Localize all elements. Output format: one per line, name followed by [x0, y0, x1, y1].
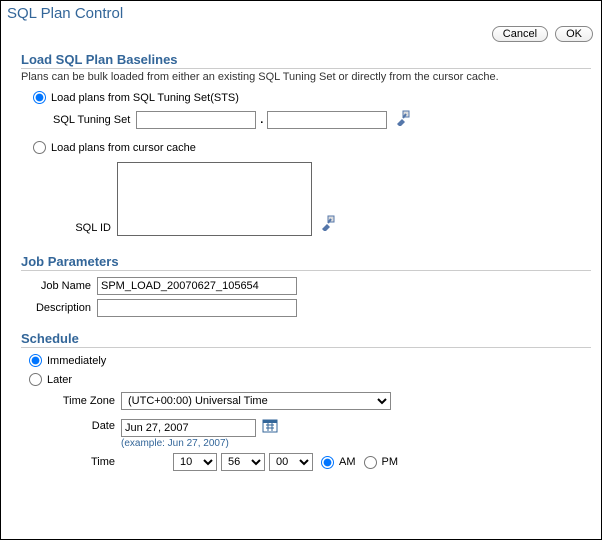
time-zone-select[interactable]: (UTC+00:00) Universal Time	[121, 392, 391, 410]
time-minute-select[interactable]: 56	[221, 453, 265, 471]
radio-pm-label: PM	[382, 456, 399, 468]
radio-immediately-label: Immediately	[47, 355, 106, 367]
radio-later-label: Later	[47, 374, 72, 386]
sql-id-input[interactable]	[117, 162, 312, 236]
time-second-select[interactable]: 00	[269, 453, 313, 471]
job-name-input[interactable]	[97, 277, 297, 295]
time-label: Time	[53, 456, 115, 468]
radio-load-from-cursor-cache[interactable]	[33, 141, 46, 154]
radio-later[interactable]	[29, 373, 42, 386]
radio-load-from-cursor-cache-label: Load plans from cursor cache	[51, 142, 196, 154]
job-name-label: Job Name	[21, 280, 91, 292]
flashlight-icon[interactable]	[320, 215, 336, 234]
time-zone-label: Time Zone	[53, 395, 115, 407]
sql-tuning-set-owner-input[interactable]	[136, 111, 256, 129]
dot-separator: .	[256, 114, 267, 126]
description-label: Description	[21, 302, 91, 314]
radio-immediately[interactable]	[29, 354, 42, 367]
time-hour-select[interactable]: 10	[173, 453, 217, 471]
page-title: SQL Plan Control	[1, 1, 601, 24]
sql-tuning-set-label: SQL Tuning Set	[53, 114, 130, 126]
calendar-icon[interactable]	[262, 418, 278, 437]
cancel-button[interactable]: Cancel	[492, 26, 548, 42]
section-schedule: Schedule	[21, 331, 591, 348]
section-job-parameters: Job Parameters	[21, 254, 591, 271]
date-input[interactable]	[121, 419, 256, 437]
radio-am[interactable]	[321, 456, 334, 469]
radio-load-from-sts[interactable]	[33, 91, 46, 104]
description-input[interactable]	[97, 299, 297, 317]
radio-pm[interactable]	[364, 456, 377, 469]
help-text: Plans can be bulk loaded from either an …	[21, 71, 591, 83]
sql-id-label: SQL ID	[53, 222, 111, 234]
sql-tuning-set-name-input[interactable]	[267, 111, 387, 129]
radio-am-label: AM	[339, 456, 356, 468]
radio-load-from-sts-label: Load plans from SQL Tuning Set(STS)	[51, 92, 239, 104]
date-example-text: (example: Jun 27, 2007)	[121, 438, 278, 449]
section-load-baselines: Load SQL Plan Baselines	[21, 52, 591, 69]
ok-button[interactable]: OK	[555, 26, 593, 42]
flashlight-icon[interactable]	[395, 110, 411, 129]
date-label: Date	[53, 418, 115, 432]
